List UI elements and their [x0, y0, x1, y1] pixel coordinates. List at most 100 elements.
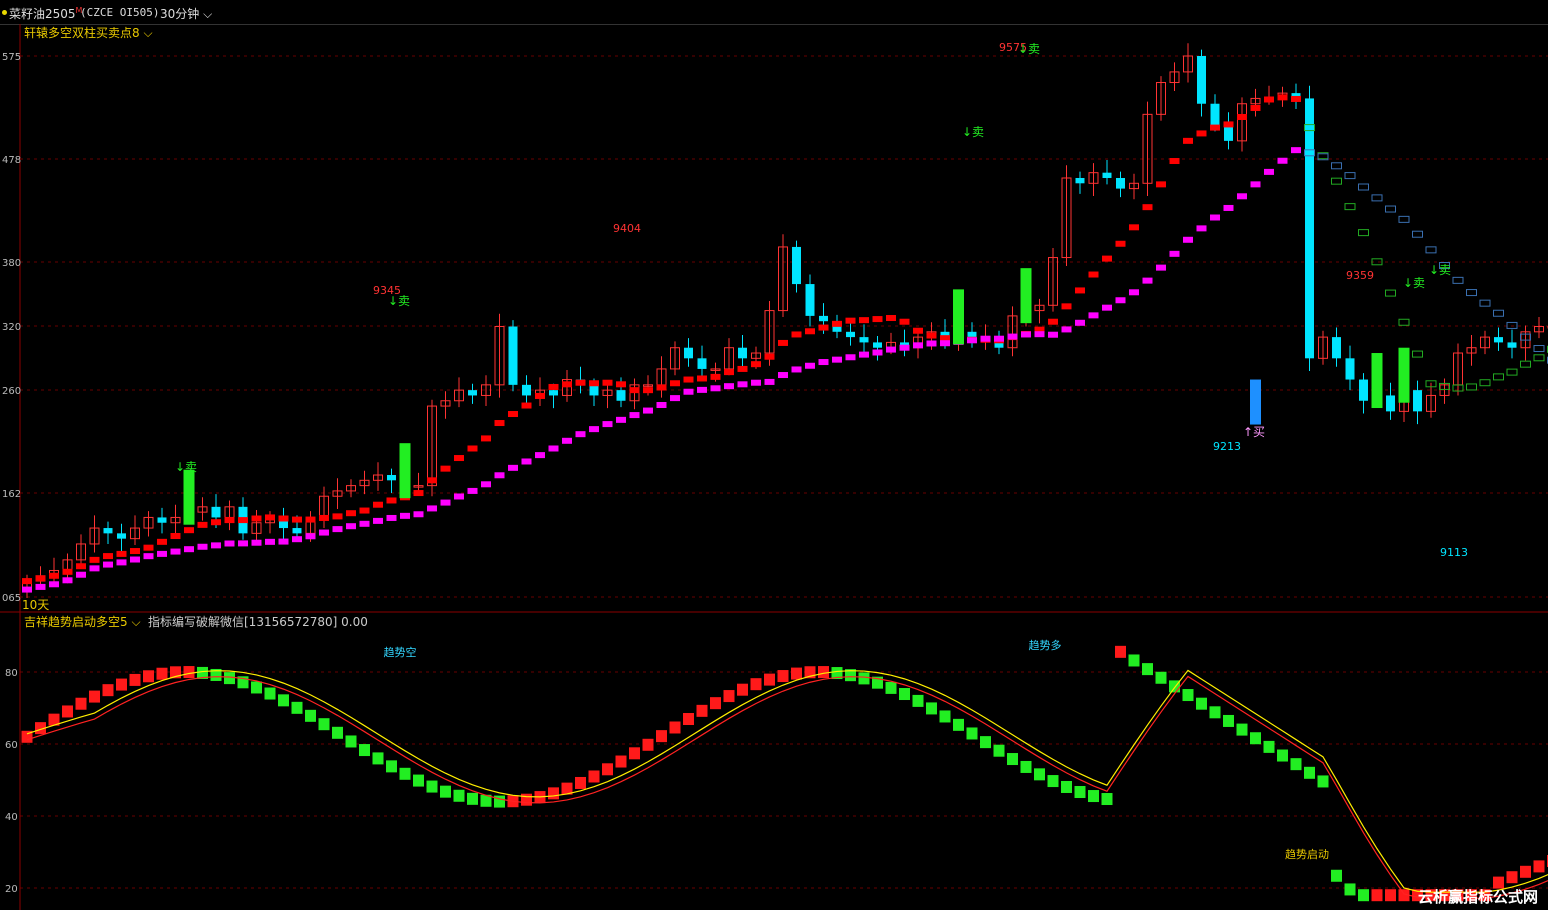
ma-magenta-bar [1088, 312, 1099, 319]
ma-red-bar [1398, 318, 1410, 326]
ma-red-bar [143, 544, 154, 551]
sub-histogram-bar [926, 702, 937, 715]
ma-magenta-bar [670, 395, 680, 402]
signal-label: ↑买 [1243, 425, 1265, 439]
ma-red-bar [1291, 95, 1301, 102]
sub-annotation: 趋势启动 [1285, 848, 1329, 861]
ma-red-bar [832, 320, 842, 327]
ma-magenta-bar [1021, 331, 1031, 338]
sub-histogram-bar [656, 730, 667, 743]
sub-histogram-bar [183, 666, 195, 679]
candle-body [1305, 98, 1314, 359]
ma-red-bar [575, 379, 586, 386]
ma-red-bar [170, 533, 181, 540]
ma-red-bar [1129, 224, 1139, 231]
y-tick-label: 60 [5, 740, 18, 751]
ma-magenta-bar [980, 335, 991, 342]
ma-magenta-bar [710, 385, 721, 392]
ma-magenta-bar [1115, 297, 1126, 304]
ma-magenta-bar [656, 401, 667, 408]
ma-red-bar [1048, 318, 1058, 325]
main-indicator-label[interactable]: 轩辕多空双柱买卖点8 ⌵ [24, 24, 153, 41]
ma-red-bar [1264, 96, 1274, 103]
ma-magenta-bar [562, 437, 572, 444]
sub-histogram-bar [399, 767, 411, 780]
ma-red-bar [548, 383, 559, 390]
sub-indicator-label[interactable]: 吉祥趋势启动多空5 ⌵ [24, 613, 141, 630]
ma-magenta-bar [521, 458, 532, 465]
candle-body [1359, 379, 1368, 401]
ma-red-bar [89, 556, 100, 563]
ma-magenta-bar [629, 412, 640, 419]
ma-magenta-bar [548, 445, 559, 452]
sub-histogram-bar [1034, 768, 1045, 781]
ma-red-bar [710, 373, 721, 380]
ma-red-bar [805, 328, 815, 335]
ma-red-bar [1223, 121, 1234, 128]
sub-histogram-bar [89, 690, 100, 703]
sub-histogram-bar [1223, 714, 1234, 727]
sub-histogram-bar [1304, 766, 1315, 779]
sub-histogram-bar [1263, 740, 1275, 753]
period-selector[interactable]: 30分钟 ⌵ [160, 5, 212, 22]
sub-histogram-bar [1385, 889, 1396, 902]
ma-magenta-bar [1156, 264, 1166, 271]
ma-magenta-bar [1533, 345, 1545, 353]
ma-red-bar [1088, 271, 1099, 278]
ma-magenta-bar [1466, 289, 1477, 297]
chevron-down-icon: ⌵ [127, 615, 141, 629]
ma-red-bar [278, 515, 289, 522]
sub-histogram-bar [953, 718, 964, 731]
candle-body [103, 528, 113, 534]
ma-magenta-bar [1237, 193, 1247, 200]
sub-histogram-bar [791, 667, 802, 680]
ma-magenta-bar [224, 540, 235, 547]
ma-red-bar [359, 507, 370, 514]
candle-body [1210, 103, 1220, 125]
candle-body [616, 390, 626, 401]
ma-magenta-bar [1479, 299, 1491, 307]
sub-histogram-bar [1128, 654, 1140, 667]
ma-red-bar [1520, 360, 1531, 368]
ma-magenta-bar [886, 346, 896, 353]
ma-red-bar [427, 477, 437, 484]
ma-magenta-bar [778, 372, 788, 379]
ma-red-bar [1061, 303, 1072, 310]
ma-magenta-bar [1075, 319, 1085, 326]
ma-magenta-bar [737, 381, 748, 388]
candle-body [873, 342, 882, 348]
ma-red-bar [1250, 104, 1261, 111]
ma-red-bar [265, 514, 275, 521]
ma-red-bar [872, 316, 883, 323]
sub-histogram-bar [251, 681, 262, 694]
sub-histogram-bar [1506, 871, 1518, 884]
ma-red-bar [292, 516, 302, 523]
ma-magenta-bar [265, 538, 275, 545]
ma-magenta-bar [373, 517, 383, 524]
ma-red-bar [62, 568, 73, 575]
ma-magenta-bar [157, 550, 167, 557]
ma-magenta-bar [1129, 289, 1139, 296]
ma-magenta-bar [89, 565, 100, 572]
chart-area[interactable]: 5754783803202601620658060402093459404957… [0, 24, 1548, 910]
ma-magenta-bar [913, 342, 923, 349]
sub-histogram-bar [521, 793, 532, 806]
y-tick-label: 320 [2, 322, 21, 333]
sub-histogram-bar [1236, 723, 1248, 736]
ma-red-bar [1210, 124, 1220, 131]
ma-red-bar [1196, 130, 1207, 137]
ma-red-bar [764, 353, 775, 360]
ma-magenta-bar [170, 548, 181, 555]
ma-red-bar [913, 327, 923, 334]
ma-red-bar [1331, 177, 1342, 185]
ma-magenta-bar [724, 383, 734, 390]
candle-body [1507, 342, 1517, 348]
sub-histogram-bar [1020, 760, 1032, 773]
candle-body [684, 347, 693, 359]
ma-magenta-bar [899, 344, 910, 351]
ma-magenta-bar [1344, 172, 1356, 180]
ma-red-bar [1156, 181, 1166, 188]
ma-red-bar [778, 339, 788, 346]
ma-magenta-bar [818, 359, 829, 366]
sub-histogram-bar [818, 666, 829, 679]
